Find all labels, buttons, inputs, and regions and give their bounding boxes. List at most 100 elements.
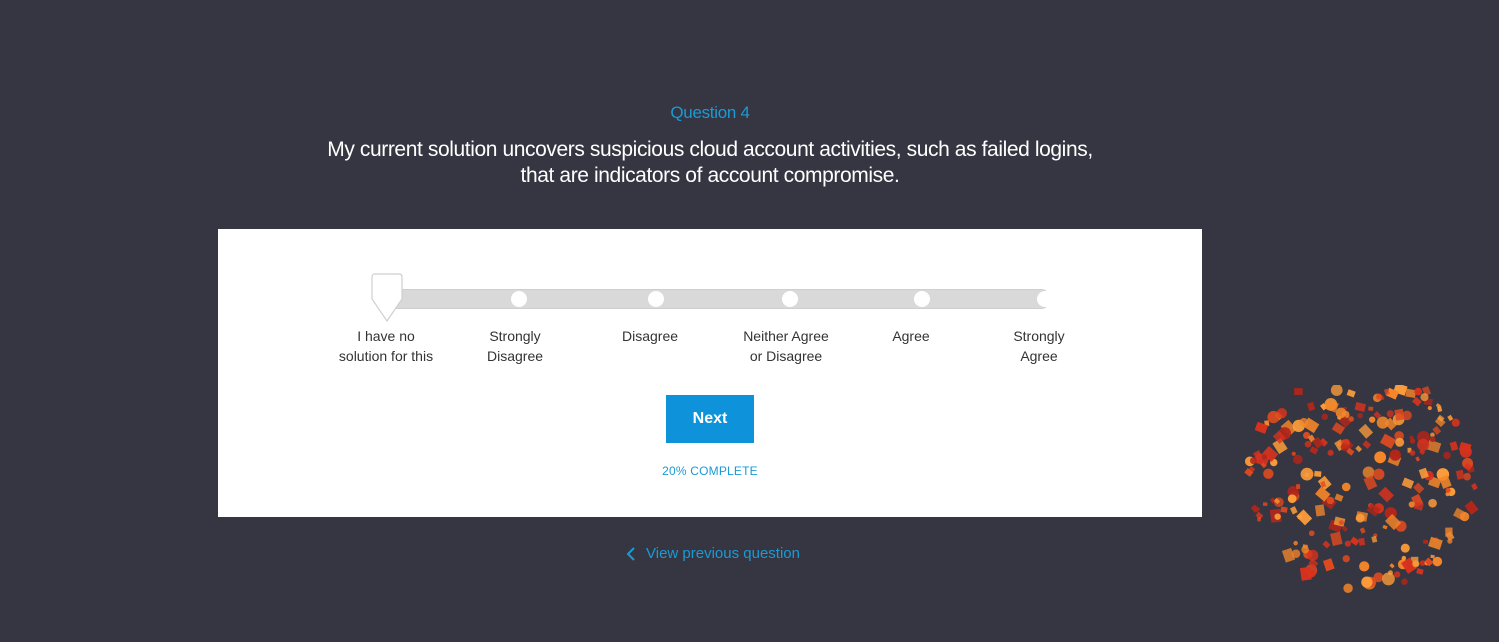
decor-shape — [1337, 442, 1342, 447]
decor-shape — [1401, 477, 1415, 489]
decor-shape — [1358, 423, 1374, 439]
decor-shape — [1378, 486, 1394, 503]
decor-shape — [1409, 450, 1416, 456]
decor-shape — [1402, 410, 1412, 421]
decor-shape — [1267, 410, 1280, 424]
decor-shape — [1262, 502, 1268, 507]
decor-shape — [1368, 406, 1374, 411]
decor-shape — [1373, 468, 1385, 480]
decor-shape — [1422, 539, 1429, 545]
decor-shape — [1447, 538, 1453, 544]
decor-shape — [1263, 468, 1274, 479]
decor-shape — [1343, 583, 1353, 593]
view-previous-question-link[interactable]: View previous question — [626, 545, 800, 562]
decor-shape — [1443, 451, 1451, 460]
decor-shape — [1427, 405, 1432, 411]
decor-shape — [1291, 451, 1296, 456]
decor-shape — [1287, 494, 1297, 504]
decor-shape — [1374, 451, 1387, 464]
decor-shape — [1327, 449, 1334, 456]
scale-label-strongly-agree: Strongly Agree — [1013, 328, 1065, 364]
decor-shape — [1314, 470, 1322, 478]
likert-slider-track[interactable] — [388, 289, 1053, 309]
decor-shape — [1376, 416, 1389, 429]
survey-card: I have no solution for this Strongly Dis… — [218, 229, 1202, 517]
decor-shape — [1355, 513, 1365, 523]
decor-shape — [1428, 498, 1437, 508]
decor-shape — [1395, 437, 1405, 447]
decor-shape — [1291, 549, 1301, 558]
scale-label-no-solution: I have no solution for this — [338, 328, 434, 364]
decor-shape — [1447, 414, 1454, 422]
decor-shape — [1382, 524, 1388, 530]
decor-shape — [1413, 482, 1425, 494]
decor-shape — [1416, 568, 1424, 575]
decor-shape — [1307, 569, 1316, 578]
decor-shape — [1409, 435, 1414, 440]
decor-shape — [1293, 454, 1303, 465]
next-button[interactable]: Next — [666, 395, 754, 443]
decor-shape — [1362, 440, 1372, 449]
decor-shape — [1293, 540, 1298, 546]
scale-stop-strongly-agree[interactable] — [1037, 291, 1053, 307]
decor-shape — [1408, 501, 1415, 508]
scale-stop-strongly-disagree[interactable] — [511, 291, 527, 307]
decor-shape — [1334, 493, 1344, 502]
decor-shape — [1338, 520, 1344, 526]
decor-shape — [1322, 540, 1331, 549]
question-number: Question 4 — [670, 103, 750, 122]
decor-shape — [1451, 418, 1460, 427]
decor-shape — [1330, 531, 1343, 547]
decor-shape — [1412, 560, 1420, 568]
decor-shape — [1357, 412, 1363, 419]
decor-shape — [1359, 527, 1366, 534]
scale-stop-neither[interactable] — [782, 291, 798, 307]
decor-shape — [1274, 513, 1281, 520]
decor-shape — [1389, 563, 1395, 569]
scale-stop-agree[interactable] — [914, 291, 930, 307]
decor-shape — [1361, 576, 1373, 588]
decor-shape — [1330, 385, 1343, 396]
slider-handle-icon[interactable] — [371, 273, 403, 323]
chevron-left-icon — [626, 546, 635, 561]
decor-shape — [1401, 555, 1407, 561]
decor-shape — [1355, 445, 1363, 453]
decor-shape — [1459, 445, 1472, 458]
decor-shape — [1359, 561, 1370, 572]
decor-shape — [1301, 545, 1309, 554]
scale-label-neither: Neither Agree or Disagree — [743, 328, 829, 364]
decor-shape — [1308, 530, 1315, 537]
decor-shape — [1373, 572, 1384, 583]
decor-shape — [1294, 388, 1303, 396]
decor-shape — [1400, 543, 1410, 553]
decor-shape — [1300, 467, 1314, 481]
decor-shape — [1429, 436, 1436, 443]
decor-shape — [1393, 571, 1401, 578]
decor-shape — [1445, 527, 1453, 537]
decorative-icon-cluster — [1244, 385, 1479, 593]
decor-shape — [1304, 440, 1312, 448]
decor-shape — [1414, 387, 1423, 396]
scale-label-agree: Agree — [892, 328, 930, 344]
decor-shape — [1428, 536, 1443, 550]
decor-shape — [1349, 536, 1360, 546]
decor-shape — [1289, 506, 1298, 515]
decor-shape — [1412, 396, 1422, 407]
decor-shape — [1335, 407, 1347, 419]
decor-shape — [1307, 401, 1316, 412]
decor-shape — [1417, 438, 1430, 451]
scale-label-disagree: Disagree — [621, 328, 679, 344]
progress-text: 20% COMPLETE — [662, 464, 758, 478]
decor-shape — [1432, 556, 1443, 567]
decor-shape — [1463, 472, 1471, 481]
decor-shape — [1295, 483, 1301, 490]
decor-shape — [1346, 389, 1356, 398]
question-text: My current solution uncovers suspicious … — [327, 138, 1093, 187]
decor-shape — [1449, 441, 1459, 452]
decor-shape — [1261, 454, 1268, 460]
decor-shape — [1369, 416, 1376, 423]
decor-shape — [1326, 496, 1335, 505]
decor-shape — [1342, 555, 1350, 563]
decor-shape — [1297, 515, 1303, 520]
scale-stop-disagree[interactable] — [648, 291, 664, 307]
